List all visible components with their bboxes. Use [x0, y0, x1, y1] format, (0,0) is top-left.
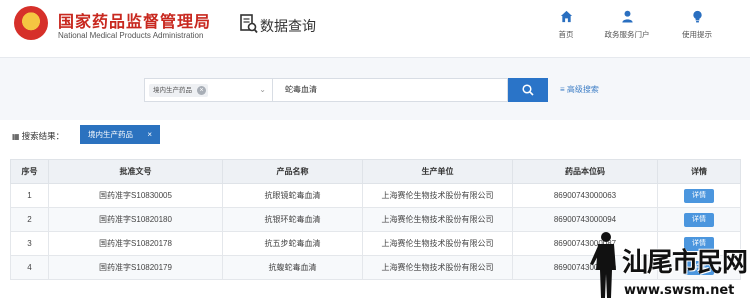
cell-index: 2 [10, 207, 49, 232]
results-label-text: 搜索结果： [21, 131, 65, 141]
category-tag-label: 境内生产药品 [153, 87, 192, 94]
home-icon [560, 10, 572, 23]
nav-home[interactable]: 首页 [536, 10, 596, 40]
category-tag: 境内生产药品 × [149, 84, 208, 97]
col-header-manufacturer: 生产单位 [362, 159, 513, 184]
cell-index: 3 [10, 231, 49, 256]
search-button[interactable] [508, 78, 548, 102]
close-icon[interactable]: × [147, 125, 152, 144]
nav-usage-tips-label: 使用提示 [682, 30, 712, 39]
results-label: ▦ 搜索结果： [12, 130, 64, 142]
site-header: 国家药品监督管理局 National Medical Products Admi… [0, 0, 750, 55]
cell-approval-number: 国药准字S10830005 [48, 183, 223, 208]
category-select[interactable]: 境内生产药品 × ⌄ [144, 78, 272, 102]
filter-icon: ≡ [560, 85, 565, 94]
watermark-url: www.swsm.net [624, 283, 735, 298]
col-header-drug-code: 药品本位码 [512, 159, 658, 184]
advanced-search-link[interactable]: ≡ 高级搜索 [560, 84, 599, 95]
chevron-down-icon[interactable]: ⌄ [259, 85, 266, 94]
details-button[interactable]: 详情 [684, 188, 714, 203]
cell-product-name: 抗蝮蛇毒血清 [222, 255, 363, 280]
result-filter-chip[interactable]: 境内生产药品 × [80, 125, 160, 144]
figure-silhouette-icon [590, 232, 616, 298]
org-name[interactable]: 国家药品监督管理局 [58, 8, 211, 32]
grid-icon: ▦ [12, 132, 20, 141]
search-area: 境内生产药品 × ⌄ 蛇毒血清 ≡ 高级搜索 [0, 58, 750, 120]
cell-product-name: 抗五步蛇毒血清 [222, 231, 363, 256]
remove-tag-icon[interactable]: × [197, 86, 206, 95]
cell-drug-code: 86900743000063 [512, 183, 658, 208]
keyword-input[interactable]: 蛇毒血清 [272, 78, 508, 102]
cell-manufacturer: 上海赛伦生物技术股份有限公司 [362, 183, 513, 208]
col-header-index: 序号 [10, 159, 49, 184]
cell-details: 详情 [657, 183, 741, 208]
org-name-en: National Medical Products Administration [58, 31, 204, 40]
details-button[interactable]: 详情 [684, 212, 714, 227]
cell-index: 1 [10, 183, 49, 208]
nav-service-portal-label: 政务服务门户 [604, 30, 650, 39]
cell-manufacturer: 上海赛伦生物技术股份有限公司 [362, 231, 513, 256]
nav-service-portal[interactable]: 政务服务门户 [597, 10, 657, 40]
advanced-search-label: 高级搜索 [566, 85, 599, 94]
nav-usage-tips[interactable]: 使用提示 [667, 10, 727, 40]
cell-product-name: 抗银环蛇毒血清 [222, 207, 363, 232]
cell-manufacturer: 上海赛伦生物技术股份有限公司 [362, 207, 513, 232]
document-search-icon [240, 14, 258, 34]
national-emblem-logo[interactable] [14, 6, 48, 40]
cell-approval-number: 国药准字S10820180 [48, 207, 223, 232]
user-icon [621, 10, 633, 23]
cell-index: 4 [10, 255, 49, 280]
site-watermark: 汕尾市民网 www.swsm.net [584, 228, 750, 301]
section-title: 数据查询 [260, 18, 316, 34]
col-header-product-name: 产品名称 [222, 159, 363, 184]
table-header-row: 序号 批准文号 产品名称 生产单位 药品本位码 详情 [10, 159, 741, 184]
col-header-approval-number: 批准文号 [48, 159, 223, 184]
table-row: 1 国药准字S10830005 抗眼镜蛇毒血清 上海赛伦生物技术股份有限公司 8… [10, 183, 741, 208]
result-chip-label: 境内生产药品 [88, 130, 133, 139]
cell-manufacturer: 上海赛伦生物技术股份有限公司 [362, 255, 513, 280]
cell-approval-number: 国药准字S10820178 [48, 231, 223, 256]
lightbulb-icon [692, 10, 702, 23]
watermark-text: 汕尾市民网 [622, 248, 748, 278]
search-icon [522, 84, 534, 96]
cell-approval-number: 国药准字S10820179 [48, 255, 223, 280]
nav-home-label: 首页 [558, 30, 574, 39]
cell-product-name: 抗眼镜蛇毒血清 [222, 183, 363, 208]
col-header-details: 详情 [657, 159, 741, 184]
